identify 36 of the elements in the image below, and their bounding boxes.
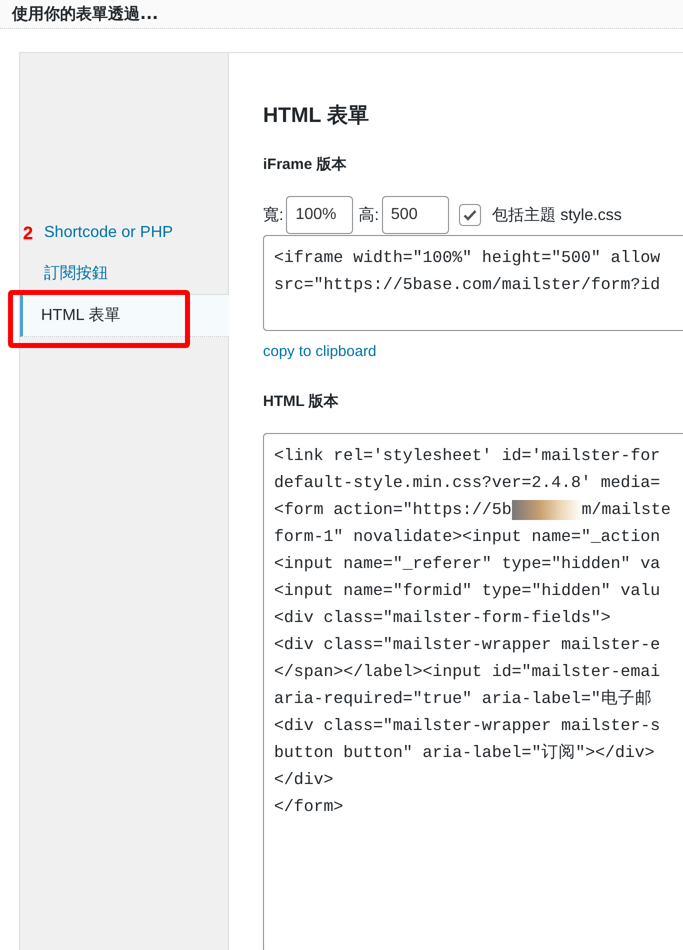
code-line: button button" aria-label="订阅"></div> bbox=[274, 742, 655, 764]
code-line: default-style.min.css?ver=2.4.8' media= bbox=[274, 472, 660, 494]
checkbox[interactable] bbox=[458, 204, 481, 226]
code-line: m/mailste bbox=[582, 499, 671, 521]
code-line: form-1" novalidate><input name="_action bbox=[274, 526, 660, 548]
code-line: <link rel='stylesheet' id='mailster-for bbox=[274, 445, 660, 467]
code-textarea[interactable] bbox=[263, 433, 683, 950]
sidebar-item[interactable]: 訂閱按鈕 bbox=[41, 253, 228, 294]
height-field[interactable]: 500 bbox=[382, 196, 449, 234]
checkbox-label: 包括主題 style.css bbox=[492, 206, 622, 226]
code-line: </span></label><input id="mailster-emai bbox=[274, 661, 660, 683]
code-line: <iframe width="100%" height="500" allow bbox=[274, 247, 660, 269]
code-textarea[interactable]: <iframe width="100%" height="500" allow src="https://5base.com/mailster/form?id bbox=[263, 235, 683, 331]
width-field[interactable]: 100% bbox=[286, 196, 354, 234]
width-label: 寬: bbox=[263, 206, 284, 226]
code-line: <div class="mailster-wrapper mailster-e bbox=[274, 634, 660, 656]
redacted-block bbox=[512, 500, 582, 520]
code-line: src="https://5base.com/mailster/form?id bbox=[274, 274, 660, 296]
code-line: <input name="_referer" type="hidden" va bbox=[274, 553, 660, 575]
page-title: HTML 表單 bbox=[263, 103, 370, 129]
code-line: <input name="formid" type="hidden" valu bbox=[274, 580, 660, 602]
code-line: </div> bbox=[274, 769, 334, 791]
code-line: aria-required="true" aria-label="电子邮 bbox=[274, 688, 652, 710]
section-heading: HTML 版本 bbox=[263, 392, 340, 411]
header-title: 使用你的表單透過... bbox=[12, 4, 158, 24]
code-line: <form action="https://5b bbox=[274, 499, 512, 521]
height-label: 高: bbox=[358, 206, 379, 226]
code-line: <div class="mailster-form-fields"> bbox=[274, 607, 611, 629]
step-number: 2 bbox=[23, 223, 34, 244]
sidebar-item[interactable]: HTML 表單 bbox=[20, 294, 229, 337]
code-line: </form> bbox=[274, 796, 344, 818]
sidebar-item[interactable]: Shortcode or PHP bbox=[41, 212, 228, 253]
section-heading: iFrame 版本 bbox=[263, 155, 348, 174]
copy-link[interactable]: copy to clipboard bbox=[263, 343, 376, 360]
check-icon bbox=[462, 209, 477, 221]
code-line: <div class="mailster-wrapper mailster-s bbox=[274, 715, 660, 737]
